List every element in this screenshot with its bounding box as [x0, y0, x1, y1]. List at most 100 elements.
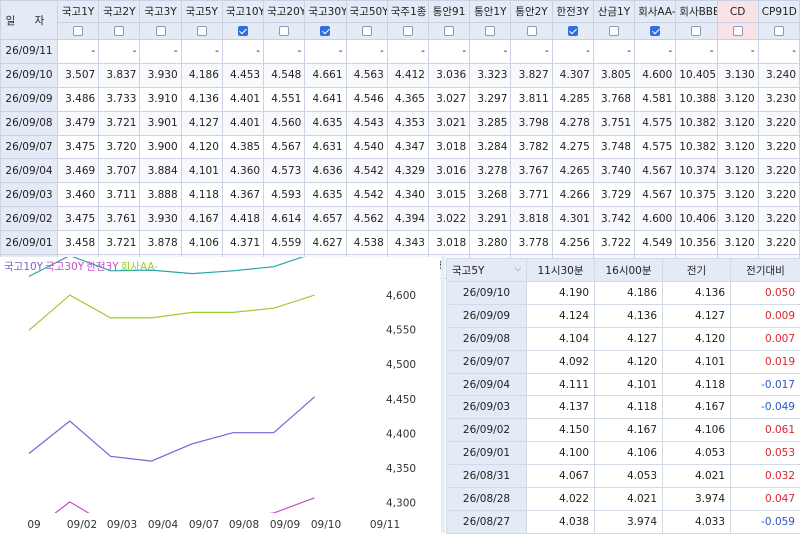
value-1600: 4.120	[595, 350, 663, 373]
rate-cell: 3.120	[717, 135, 758, 159]
rate-cell: 3.707	[99, 159, 140, 183]
column-checkbox-cell-5	[264, 23, 305, 40]
column-header-16[interactable]: CD	[717, 1, 758, 23]
table-row[interactable]: 26/09/11------------------	[1, 40, 800, 64]
column-header-1[interactable]: 국고2Y	[99, 1, 140, 23]
table-row[interactable]: 26/09/093.4863.7333.9104.1364.4014.5514.…	[1, 87, 800, 111]
column-header-8[interactable]: 국주1종	[387, 1, 428, 23]
rate-cell: 3.018	[428, 231, 469, 255]
table-row[interactable]: 26/09/033.4603.7113.8884.1184.3674.5934.…	[1, 183, 800, 207]
value-1130: 4.100	[527, 442, 595, 465]
column-checkbox-cell-2	[140, 23, 181, 40]
series-checkbox[interactable]	[444, 26, 454, 36]
series-checkbox[interactable]	[733, 26, 743, 36]
value-prev: 4.118	[663, 373, 731, 396]
column-header-15[interactable]: 회사BBB-	[676, 1, 717, 23]
series-checkbox[interactable]	[527, 26, 537, 36]
rate-line-chart[interactable]: 4,6004,5504,5004,4504,4004,3504,3000909/…	[0, 257, 440, 533]
series-checkbox[interactable]	[197, 26, 207, 36]
column-header-4[interactable]: 국고10Y	[222, 1, 263, 23]
column-header-11[interactable]: 통안2Y	[511, 1, 552, 23]
rate-cell: 4.401	[222, 87, 263, 111]
intraday-compare-panel: 국고5Y ⌵ 11시30분 16시00분 전기 전기대비 26/09/104.1…	[446, 258, 800, 533]
x-tick-label: 09/07	[189, 519, 219, 531]
rate-cell: -	[264, 40, 305, 64]
column-header-7[interactable]: 국고50Y	[346, 1, 387, 23]
column-header-5[interactable]: 국고20Y	[264, 1, 305, 23]
value-1600: 4.053	[595, 465, 663, 488]
row-date: 26/09/10	[1, 63, 58, 87]
legend-item[interactable]: 회사AA-	[121, 261, 159, 273]
table-row[interactable]: 26/09/014.1004.1064.0530.053	[447, 442, 800, 465]
rate-cell: -	[552, 40, 593, 64]
rate-cell: 4.548	[264, 63, 305, 87]
value-1600: 4.127	[595, 327, 663, 350]
table-row[interactable]: 26/09/103.5073.8373.9304.1864.4534.5484.…	[1, 63, 800, 87]
series-checkbox[interactable]	[691, 26, 701, 36]
column-header-12[interactable]: 한전3Y	[552, 1, 593, 23]
series-checkbox[interactable]	[485, 26, 495, 36]
series-checkbox[interactable]	[279, 26, 289, 36]
rate-cell: 3.837	[99, 63, 140, 87]
column-header-0[interactable]: 국고1Y	[58, 1, 99, 23]
rate-cell: 3.120	[717, 87, 758, 111]
column-header-17[interactable]: CP91D	[758, 1, 799, 23]
legend-item[interactable]: 한전3Y	[86, 261, 118, 273]
bond-selector-dropdown[interactable]: 국고5Y ⌵	[447, 259, 527, 282]
series-checkbox[interactable]	[568, 26, 578, 36]
chart-canvas[interactable]: 4,6004,5504,5004,4504,4004,3504,3000909/…	[0, 257, 440, 533]
series-checkbox[interactable]	[114, 26, 124, 36]
table-row[interactable]: 26/09/074.0924.1204.1010.019	[447, 350, 800, 373]
x-tick-label: 09	[27, 519, 40, 531]
series-checkbox[interactable]	[238, 26, 248, 36]
series-line-0[interactable]	[29, 397, 315, 461]
rate-cell: 3.771	[511, 183, 552, 207]
table-row[interactable]: 26/09/084.1044.1274.1200.007	[447, 327, 800, 350]
column-checkbox-cell-1	[99, 23, 140, 40]
rate-cell: 4.307	[552, 63, 593, 87]
table-row[interactable]: 26/08/274.0383.9744.033-0.059	[447, 510, 800, 533]
table-row[interactable]: 26/09/023.4753.7613.9304.1674.4184.6144.…	[1, 207, 800, 231]
table-row[interactable]: 26/09/104.1904.1864.1360.050	[447, 282, 800, 305]
series-checkbox[interactable]	[156, 26, 166, 36]
column-checkbox-cell-14	[635, 23, 676, 40]
table-row[interactable]: 26/08/314.0674.0534.0210.032	[447, 465, 800, 488]
table-row[interactable]: 26/09/043.4693.7073.8844.1014.3604.5734.…	[1, 159, 800, 183]
column-header-9[interactable]: 통안91	[428, 1, 469, 23]
series-checkbox[interactable]	[609, 26, 619, 36]
table-row[interactable]: 26/09/013.4583.7213.8784.1064.3714.5594.…	[1, 231, 800, 255]
column-header-13[interactable]: 산금1Y	[593, 1, 634, 23]
column-header-2[interactable]: 국고3Y	[140, 1, 181, 23]
rate-cell: 4.367	[222, 183, 263, 207]
series-checkbox[interactable]	[403, 26, 413, 36]
chevron-down-icon[interactable]: ⌵	[515, 264, 521, 274]
row-date: 26/08/28	[447, 488, 527, 511]
column-checkbox-cell-17	[758, 23, 799, 40]
column-header-14[interactable]: 회사AA-	[635, 1, 676, 23]
table-row[interactable]: 26/09/024.1504.1674.1060.061	[447, 419, 800, 442]
column-header-10[interactable]: 통안1Y	[470, 1, 511, 23]
table-row[interactable]: 26/09/073.4753.7203.9004.1204.3854.5674.…	[1, 135, 800, 159]
rate-cell: 3.811	[511, 87, 552, 111]
rate-cell: 4.542	[346, 159, 387, 183]
series-checkbox[interactable]	[774, 26, 784, 36]
series-checkbox[interactable]	[362, 26, 372, 36]
rate-cell: 3.827	[511, 63, 552, 87]
series-checkbox[interactable]	[320, 26, 330, 36]
legend-item[interactable]: 국고10Y	[4, 261, 43, 273]
table-row[interactable]: 26/08/284.0224.0213.9740.047	[447, 488, 800, 511]
table-row[interactable]: 26/09/094.1244.1364.1270.009	[447, 304, 800, 327]
panel-divider[interactable]	[441, 256, 445, 533]
table-row[interactable]: 26/09/034.1374.1184.167-0.049	[447, 396, 800, 419]
table-row[interactable]: 26/09/083.4793.7213.9014.1274.4014.5604.…	[1, 111, 800, 135]
series-checkbox[interactable]	[650, 26, 660, 36]
legend-item[interactable]: 국고30Y	[45, 261, 84, 273]
column-checkbox-cell-6	[305, 23, 346, 40]
series-checkbox[interactable]	[73, 26, 83, 36]
row-date: 26/09/03	[447, 396, 527, 419]
column-header-6[interactable]: 국고30Y	[305, 1, 346, 23]
series-line-2[interactable]	[29, 295, 315, 330]
rate-cell: 4.573	[264, 159, 305, 183]
table-row[interactable]: 26/09/044.1114.1014.118-0.017	[447, 373, 800, 396]
column-header-3[interactable]: 국고5Y	[181, 1, 222, 23]
